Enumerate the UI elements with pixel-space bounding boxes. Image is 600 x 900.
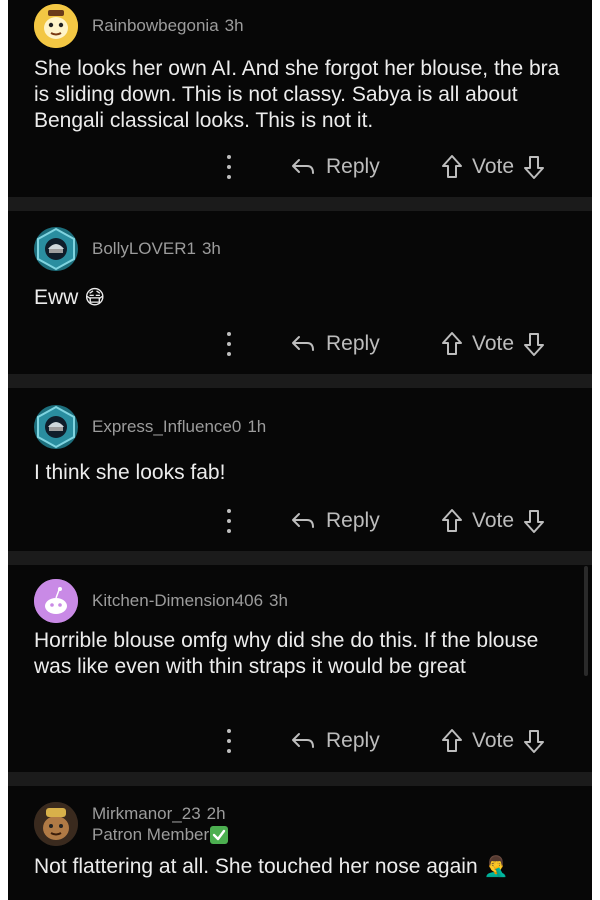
reply-label: Reply <box>326 332 380 355</box>
reply-button[interactable]: Reply <box>290 152 380 182</box>
divider <box>8 374 592 388</box>
timestamp: 3h <box>201 239 221 258</box>
comment-item: Kitchen-Dimension406 3h Horrible blouse o… <box>8 565 592 772</box>
username[interactable]: Mirkmanor_23 <box>92 804 201 823</box>
upvote-icon[interactable] <box>440 508 464 534</box>
timestamp: 3h <box>224 16 244 35</box>
username[interactable]: Kitchen-Dimension406 <box>92 591 263 610</box>
more-options-icon[interactable] <box>224 329 234 359</box>
downvote-icon[interactable] <box>522 728 546 754</box>
username[interactable]: Express_Influence0 <box>92 417 241 436</box>
comment-header: Kitchen-Dimension406 3h <box>34 579 288 623</box>
upvote-icon[interactable] <box>440 331 464 357</box>
vote-control: Vote <box>440 506 546 536</box>
reply-button[interactable]: Reply <box>290 726 380 756</box>
comment-item: Rainbowbegonia 3h She looks her own AI. A… <box>8 0 592 197</box>
comment-item: BollyLOVER1 3h Eww 😷 Reply Vote <box>8 211 592 374</box>
comment-actions: Reply Vote <box>8 329 592 359</box>
blue-hexagon-robot-avatar-icon <box>37 227 75 271</box>
downvote-icon[interactable] <box>522 331 546 357</box>
comment-header: Rainbowbegonia 3h <box>34 4 244 48</box>
blue-hexagon-robot-avatar-icon <box>37 405 75 449</box>
reply-arrow-icon <box>292 733 314 748</box>
comment-header: Express_Influence0 1h <box>34 405 266 449</box>
avatar[interactable] <box>34 227 78 271</box>
comment-item: Mirkmanor_23 2h Patron Member Not flatter… <box>8 786 592 900</box>
vote-label: Vote <box>472 729 515 752</box>
comment-body: Horrible blouse omfg why did she do this… <box>34 629 539 678</box>
comment-body: She looks her own AI. And she forgot her… <box>34 57 560 132</box>
comment-body: Eww 😷 <box>34 285 574 311</box>
downvote-icon[interactable] <box>522 508 546 534</box>
comment-actions: Reply Vote <box>8 506 592 536</box>
facepalm-emoji: 🤦‍♂️ <box>483 856 509 878</box>
timestamp: 2h <box>206 804 226 823</box>
divider <box>8 551 592 565</box>
more-options-icon[interactable] <box>224 152 234 182</box>
reply-label: Reply <box>326 155 380 178</box>
avatar[interactable] <box>34 579 78 623</box>
comment-meta: Mirkmanor_23 2h Patron Member <box>92 803 229 845</box>
purple-snoo-avatar-icon <box>34 579 78 623</box>
brown-cartoon-avatar-icon <box>34 802 78 846</box>
yellow-cartoon-avatar-icon <box>34 4 78 48</box>
comment-text: Eww <box>34 286 79 309</box>
username[interactable]: BollyLOVER1 <box>92 239 196 258</box>
vote-control: Vote <box>440 726 546 756</box>
divider <box>8 197 592 211</box>
comment-body: Not flattering at all. She touched her n… <box>34 854 574 880</box>
more-options-icon[interactable] <box>224 726 234 756</box>
reply-label: Reply <box>326 509 380 532</box>
green-check-icon <box>210 825 229 844</box>
comment-text: Not flattering at all. She touched her n… <box>34 855 478 878</box>
comment-actions: Reply Vote <box>8 152 592 182</box>
vote-control: Vote <box>440 329 546 359</box>
vote-control: Vote <box>440 152 546 182</box>
vote-label: Vote <box>472 509 515 532</box>
timestamp: 3h <box>269 591 288 610</box>
more-options-icon[interactable] <box>224 506 234 536</box>
reply-arrow-icon <box>292 159 314 174</box>
vote-label: Vote <box>472 332 515 355</box>
reply-arrow-icon <box>292 513 314 528</box>
reply-arrow-icon <box>292 336 314 351</box>
comment-body: I think she looks fab! <box>34 461 226 484</box>
avatar[interactable] <box>34 4 78 48</box>
avatar[interactable] <box>34 802 78 846</box>
comment-meta: Express_Influence0 1h <box>92 417 266 437</box>
timestamp: 1h <box>247 417 267 436</box>
divider <box>8 772 592 786</box>
comment-item: Express_Influence0 1h I think she looks f… <box>8 388 592 551</box>
reply-label: Reply <box>326 729 380 752</box>
comment-meta: Kitchen-Dimension406 3h <box>92 591 288 611</box>
comment-meta: BollyLOVER1 3h <box>92 239 221 259</box>
comment-header: Mirkmanor_23 2h Patron Member <box>34 802 229 846</box>
comment-meta: Rainbowbegonia 3h <box>92 16 244 36</box>
reply-button[interactable]: Reply <box>290 506 380 536</box>
avatar[interactable] <box>34 405 78 449</box>
username[interactable]: Rainbowbegonia <box>92 16 219 35</box>
scrollbar[interactable] <box>584 566 588 676</box>
upvote-icon[interactable] <box>440 728 464 754</box>
comment-actions: Reply Vote <box>8 726 592 756</box>
user-flair: Patron Member <box>92 824 229 845</box>
comment-header: BollyLOVER1 3h <box>34 227 221 271</box>
downvote-icon[interactable] <box>522 154 546 180</box>
mask-emoji: 😷 <box>84 287 106 309</box>
upvote-icon[interactable] <box>440 154 464 180</box>
reply-button[interactable]: Reply <box>290 329 380 359</box>
flair-label: Patron Member <box>92 825 210 844</box>
vote-label: Vote <box>472 155 515 178</box>
comment-feed: Rainbowbegonia 3h She looks her own AI. A… <box>8 0 592 900</box>
